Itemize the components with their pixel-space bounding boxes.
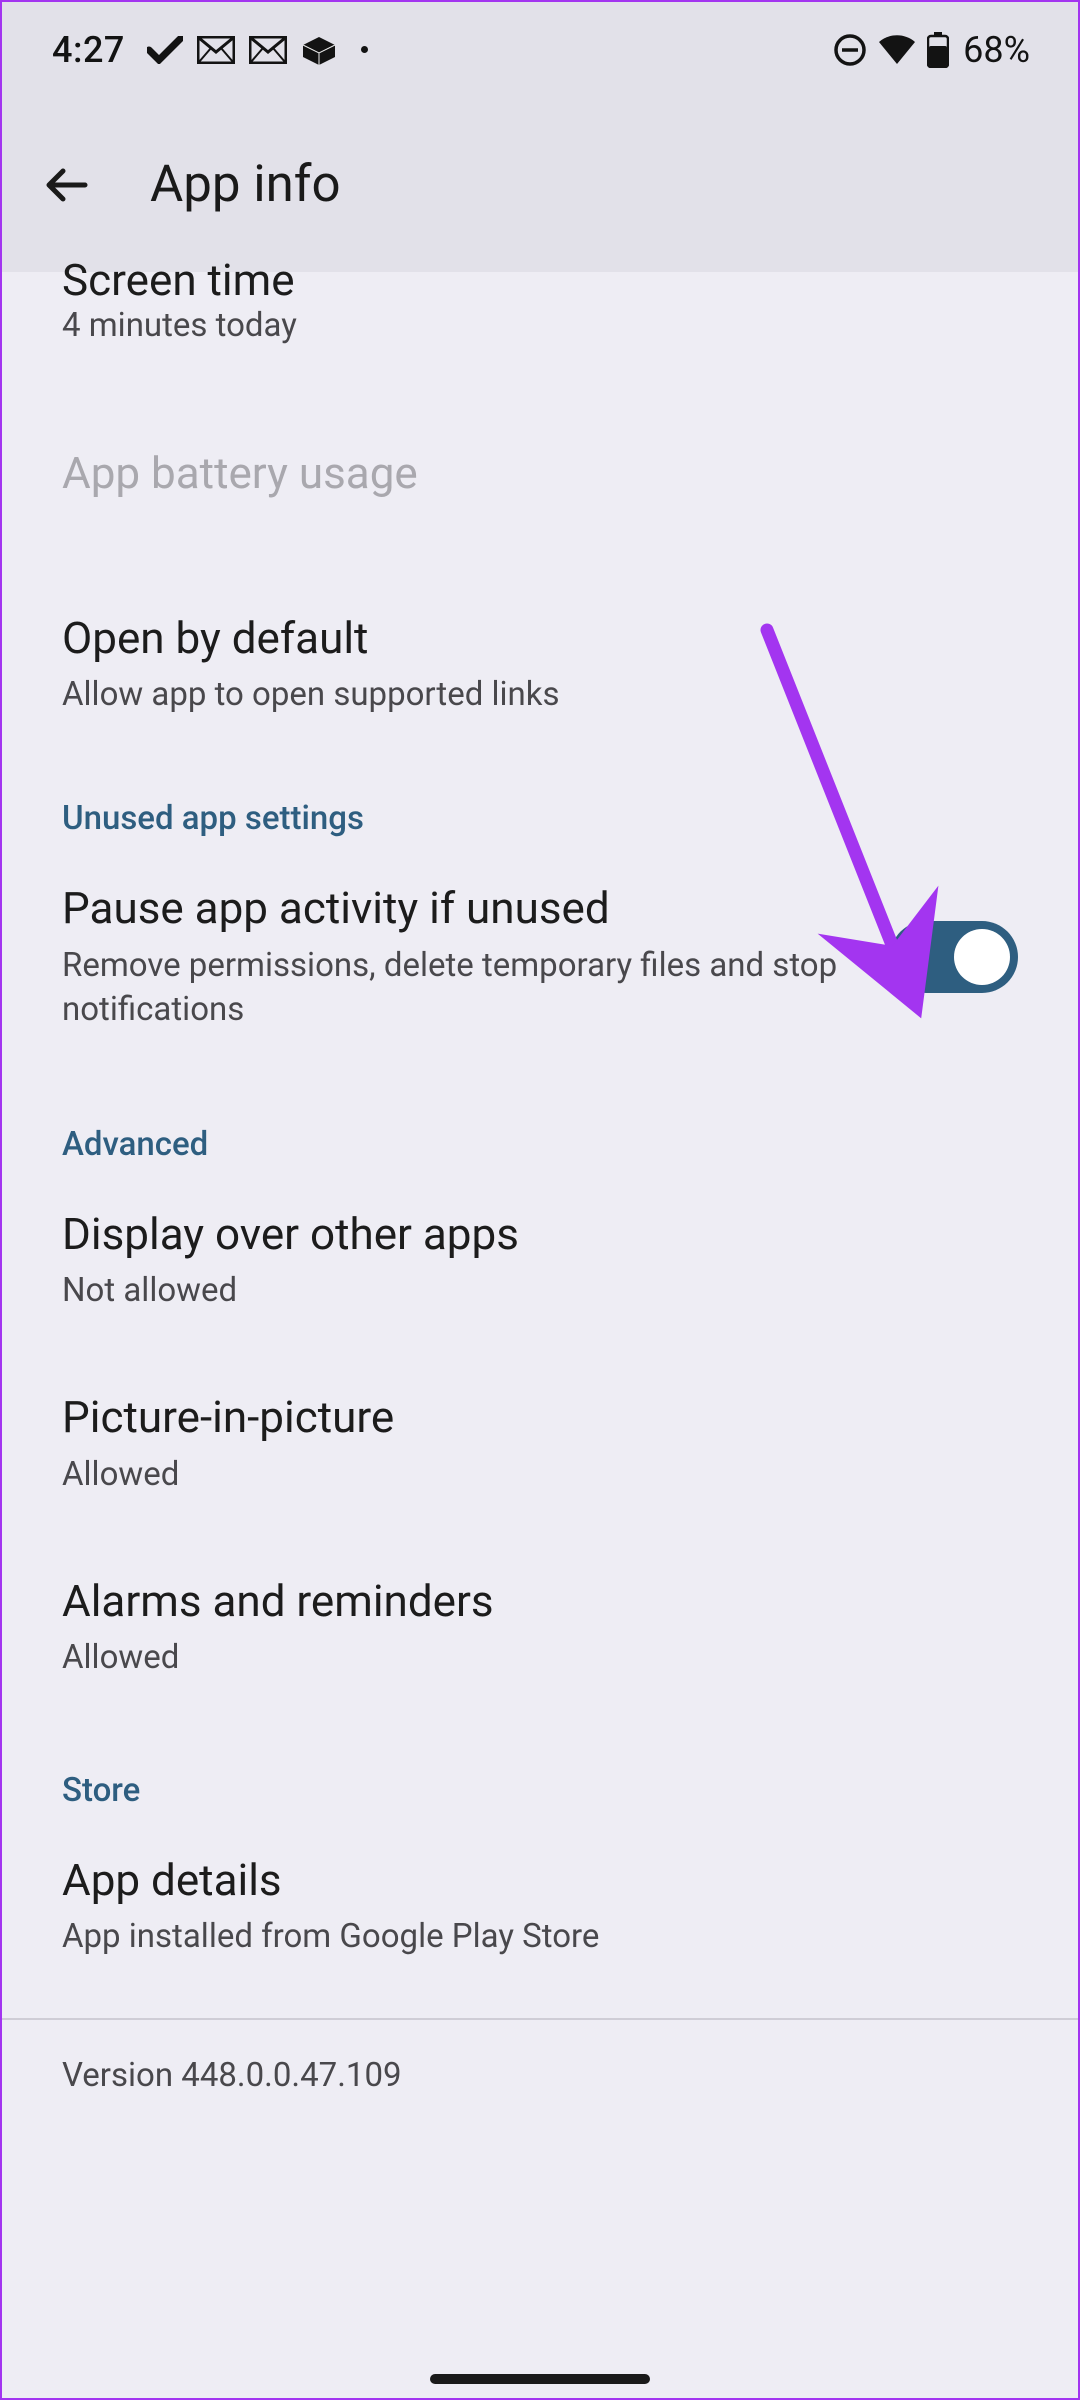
wifi-icon	[877, 34, 917, 66]
settings-list: Screen time 4 minutes today App battery …	[2, 262, 1078, 2131]
status-bar: 4:27 68%	[2, 2, 1078, 97]
pause-activity-toggle[interactable]	[890, 921, 1018, 993]
setting-title: Screen time	[62, 262, 1018, 298]
battery-icon	[927, 32, 949, 68]
mail-icon	[197, 36, 235, 64]
setting-title: Pause app activity if unused	[62, 880, 850, 937]
setting-pause-app-activity[interactable]: Pause app activity if unused Remove perm…	[2, 850, 1078, 1062]
setting-subtitle: Not allowed	[62, 1269, 1018, 1314]
toggle-knob	[954, 929, 1010, 985]
section-header-unused: Unused app settings	[2, 745, 1078, 850]
app-bar: App info	[2, 97, 1078, 272]
battery-percentage: 68%	[963, 29, 1030, 71]
status-left: 4:27	[52, 29, 368, 71]
setting-subtitle: Allow app to open supported links	[62, 673, 1018, 718]
version-text: Version 448.0.0.47.109	[2, 2020, 1078, 2131]
section-header-advanced: Advanced	[2, 1063, 1078, 1176]
more-notifications-dot-icon	[361, 46, 368, 53]
box-icon	[301, 35, 337, 65]
checkmark-icon	[147, 36, 183, 64]
setting-subtitle: Allowed	[62, 1453, 1018, 1498]
mail-icon	[249, 36, 287, 64]
setting-title: App details	[62, 1852, 1018, 1909]
section-header-store: Store	[2, 1709, 1078, 1822]
setting-title: App battery usage	[62, 445, 1018, 502]
setting-open-by-default[interactable]: Open by default Allow app to open suppor…	[2, 542, 1078, 746]
navigation-bar-handle[interactable]	[430, 2374, 650, 2384]
setting-app-battery-usage: App battery usage	[2, 377, 1078, 542]
arrow-back-icon	[41, 160, 91, 210]
setting-app-details[interactable]: App details App installed from Google Pl…	[2, 1822, 1078, 1988]
setting-title: Display over other apps	[62, 1206, 1018, 1263]
do-not-disturb-icon	[833, 33, 867, 67]
setting-subtitle: Allowed	[62, 1636, 1018, 1681]
setting-screen-time[interactable]: Screen time 4 minutes today	[2, 262, 1078, 377]
setting-subtitle: Remove permissions, delete temporary fil…	[62, 944, 850, 1033]
status-time: 4:27	[52, 29, 125, 71]
setting-display-over-apps[interactable]: Display over other apps Not allowed	[2, 1176, 1078, 1342]
back-button[interactable]	[38, 157, 94, 213]
page-title: App info	[150, 155, 341, 214]
status-right: 68%	[833, 29, 1030, 71]
setting-title: Open by default	[62, 610, 1018, 667]
setting-picture-in-picture[interactable]: Picture-in-picture Allowed	[2, 1341, 1078, 1525]
setting-subtitle: 4 minutes today	[62, 304, 1018, 349]
setting-alarms-reminders[interactable]: Alarms and reminders Allowed	[2, 1525, 1078, 1709]
setting-title: Picture-in-picture	[62, 1389, 1018, 1446]
setting-subtitle: App installed from Google Play Store	[62, 1915, 1018, 1960]
setting-title: Alarms and reminders	[62, 1573, 1018, 1630]
